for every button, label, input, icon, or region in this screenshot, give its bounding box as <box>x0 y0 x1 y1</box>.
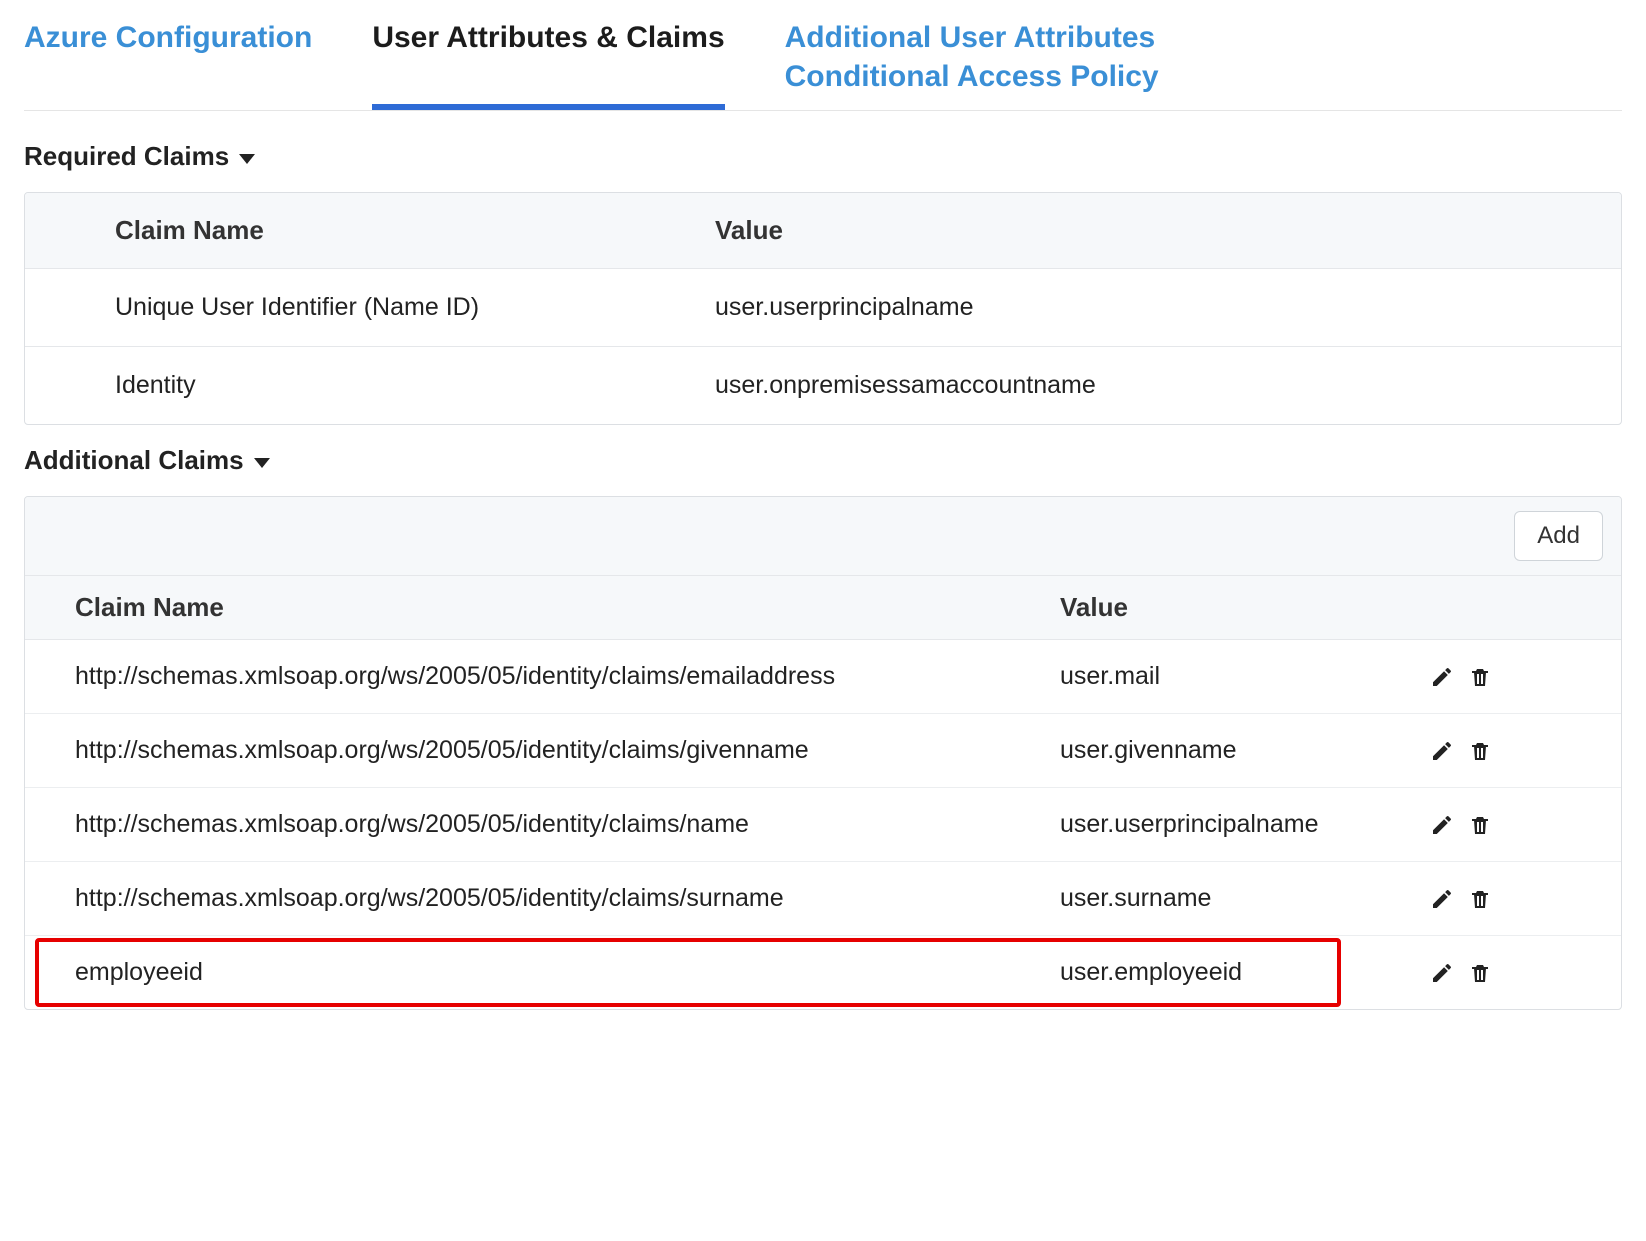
tab-user-attributes-claims[interactable]: User Attributes & Claims <box>372 12 724 110</box>
claim-name-cell: http://schemas.xmlsoap.org/ws/2005/05/id… <box>75 810 1060 839</box>
tab-azure-configuration[interactable]: Azure Configuration <box>24 12 312 110</box>
claim-value-cell: user.surname <box>1060 884 1430 913</box>
delete-icon[interactable] <box>1468 887 1492 911</box>
delete-icon[interactable] <box>1468 813 1492 837</box>
claim-value-cell: user.employeeid <box>1060 958 1430 987</box>
claim-name-cell: http://schemas.xmlsoap.org/ws/2005/05/id… <box>75 736 1060 765</box>
edit-icon[interactable] <box>1430 961 1454 985</box>
edit-icon[interactable] <box>1430 887 1454 911</box>
table-row: http://schemas.xmlsoap.org/ws/2005/05/id… <box>25 714 1621 788</box>
claim-name-cell: http://schemas.xmlsoap.org/ws/2005/05/id… <box>75 884 1060 913</box>
delete-icon[interactable] <box>1468 961 1492 985</box>
claim-value-cell: user.userprincipalname <box>715 293 1591 322</box>
additional-col-header-actions <box>1430 592 1591 623</box>
edit-icon[interactable] <box>1430 665 1454 689</box>
table-row: http://schemas.xmlsoap.org/ws/2005/05/id… <box>25 788 1621 862</box>
edit-icon[interactable] <box>1430 813 1454 837</box>
required-claims-toggle[interactable]: Required Claims <box>24 141 1622 172</box>
required-claims-table: Claim Name Value Unique User Identifier … <box>24 192 1622 425</box>
caret-down-icon <box>254 458 270 468</box>
claim-value-cell: user.givenname <box>1060 736 1430 765</box>
claim-value-cell: user.userprincipalname <box>1060 810 1430 839</box>
tab-additional-attributes-line1: Additional User Attributes <box>785 18 1159 57</box>
additional-claims-label: Additional Claims <box>24 445 244 476</box>
add-claim-button[interactable]: Add <box>1514 511 1603 561</box>
table-row: Unique User Identifier (Name ID) user.us… <box>25 269 1621 347</box>
additional-claims-toolbar: Add <box>25 497 1621 576</box>
table-row: http://schemas.xmlsoap.org/ws/2005/05/id… <box>25 862 1621 936</box>
required-claims-header-row: Claim Name Value <box>25 193 1621 269</box>
required-claims-label: Required Claims <box>24 141 229 172</box>
required-col-header-value: Value <box>715 215 1591 246</box>
table-row: employeeid user.employeeid <box>25 936 1621 1009</box>
claim-value-cell: user.mail <box>1060 662 1430 691</box>
delete-icon[interactable] <box>1468 739 1492 763</box>
additional-col-header-value: Value <box>1060 592 1430 623</box>
additional-claims-toggle[interactable]: Additional Claims <box>24 445 1622 476</box>
claim-name-cell: Unique User Identifier (Name ID) <box>115 293 715 322</box>
tab-additional-attributes-policy[interactable]: Additional User Attributes Conditional A… <box>785 12 1159 110</box>
table-row: http://schemas.xmlsoap.org/ws/2005/05/id… <box>25 640 1621 714</box>
claim-value-cell: user.onpremisessamaccountname <box>715 371 1591 400</box>
delete-icon[interactable] <box>1468 665 1492 689</box>
table-row: Identity user.onpremisessamaccountname <box>25 347 1621 424</box>
tab-additional-attributes-line2: Conditional Access Policy <box>785 57 1159 96</box>
edit-icon[interactable] <box>1430 739 1454 763</box>
required-col-header-name: Claim Name <box>115 215 715 246</box>
additional-claims-header-row: Claim Name Value <box>25 576 1621 640</box>
claim-name-cell: http://schemas.xmlsoap.org/ws/2005/05/id… <box>75 662 1060 691</box>
additional-claims-table: Add Claim Name Value http://schemas.xmls… <box>24 496 1622 1010</box>
tab-bar: Azure Configuration User Attributes & Cl… <box>24 12 1622 111</box>
claim-name-cell: Identity <box>115 371 715 400</box>
claim-name-cell: employeeid <box>75 958 1060 987</box>
caret-down-icon <box>239 154 255 164</box>
additional-col-header-name: Claim Name <box>75 592 1060 623</box>
